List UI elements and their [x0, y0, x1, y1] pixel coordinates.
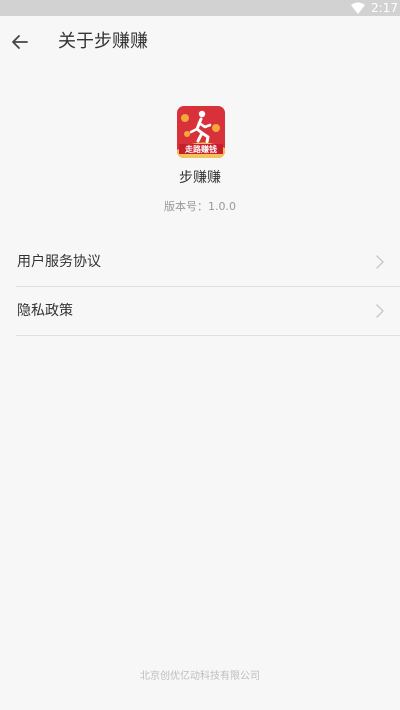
menu-item-privacy-policy[interactable]: 隐私政策	[16, 287, 400, 336]
status-time: 2:17	[371, 1, 398, 15]
app-logo: 走路赚钱	[177, 106, 225, 158]
app-bar: 关于步赚赚	[0, 16, 400, 72]
logo-text: 走路赚钱	[185, 145, 217, 154]
page-title: 关于步赚赚	[58, 31, 148, 52]
status-icons: 2:17	[351, 0, 398, 16]
settings-menu: 用户服务协议 隐私政策	[16, 238, 400, 336]
menu-item-label: 用户服务协议	[17, 254, 101, 270]
wifi-icon	[351, 2, 366, 14]
menu-item-label: 隐私政策	[17, 303, 73, 319]
version-label: 版本号：1.0.0	[164, 200, 236, 213]
arrow-left-icon[interactable]	[10, 32, 30, 52]
status-bar: 2:17	[0, 0, 400, 16]
app-name: 步赚赚	[179, 170, 221, 186]
menu-item-user-agreement[interactable]: 用户服务协议	[16, 238, 400, 287]
chevron-right-icon	[376, 255, 384, 269]
company-name: 北京创优亿动科技有限公司	[140, 671, 260, 682]
chevron-right-icon	[376, 304, 384, 318]
